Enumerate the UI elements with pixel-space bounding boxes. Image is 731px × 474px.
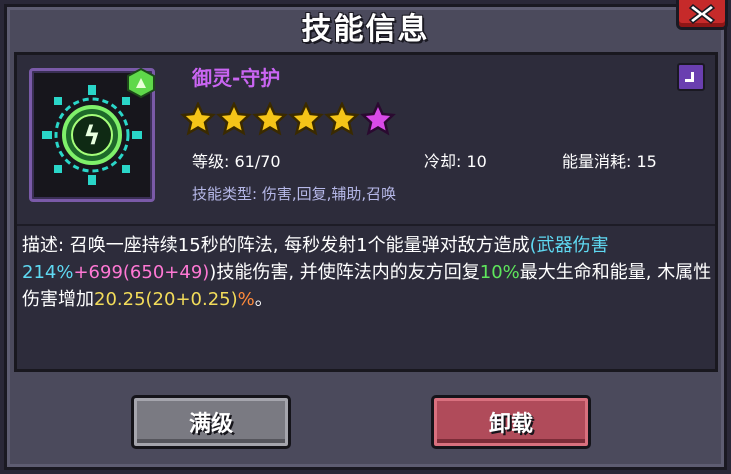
energy-stat: 能量消耗: 15 xyxy=(562,148,657,172)
bonus-value-text: 20.25(20+0.25) xyxy=(94,289,238,310)
star-icon xyxy=(324,102,360,136)
cooldown-label: 冷却: xyxy=(424,152,462,171)
star-icon xyxy=(288,102,324,136)
heal-percent-text: 10% xyxy=(479,262,520,283)
percent-sign-text: % xyxy=(237,289,255,310)
star-icon xyxy=(216,102,252,136)
unload-button[interactable]: 卸载 xyxy=(431,395,591,449)
svg-text:ϟ: ϟ xyxy=(83,121,100,151)
energy-value: 15 xyxy=(636,152,657,171)
skill-type: 技能类型: 伤害,回复,辅助,召唤 xyxy=(192,185,397,203)
star-icon xyxy=(252,102,288,136)
wood-element-icon xyxy=(127,68,155,98)
level-value: 61/70 xyxy=(234,152,281,171)
max-level-button[interactable]: 满级 xyxy=(131,395,291,449)
desc-text: 描述: 召唤一座持续15秒的阵法, 每秒发射1个能量弹对敌方造成 xyxy=(22,235,530,256)
close-button[interactable] xyxy=(676,0,728,30)
skill-name: 御灵-守护 xyxy=(192,66,281,90)
flat-damage-text: +699(650+49) xyxy=(73,262,210,283)
level-stat: 等级: 61/70 xyxy=(192,148,281,172)
star-icon xyxy=(180,102,216,136)
star-rating xyxy=(180,102,396,138)
purple-rarity-icon xyxy=(677,63,705,91)
star-icon-purple xyxy=(360,102,396,136)
divider xyxy=(17,224,715,226)
cooldown-stat: 冷却: 10 xyxy=(424,148,487,172)
level-label: 等级: xyxy=(192,152,230,171)
cooldown-value: 10 xyxy=(466,152,487,171)
energy-label: 能量消耗: xyxy=(562,152,632,171)
skill-description: 描述: 召唤一座持续15秒的阵法, 每秒发射1个能量弹对敌方造成(武器伤害214… xyxy=(22,232,712,313)
dialog-title: 技能信息 xyxy=(301,12,430,47)
desc-text: )技能伤害, 并使阵法内的友方回复 xyxy=(209,262,480,283)
close-icon xyxy=(688,3,716,24)
desc-text: 。 xyxy=(254,289,273,310)
